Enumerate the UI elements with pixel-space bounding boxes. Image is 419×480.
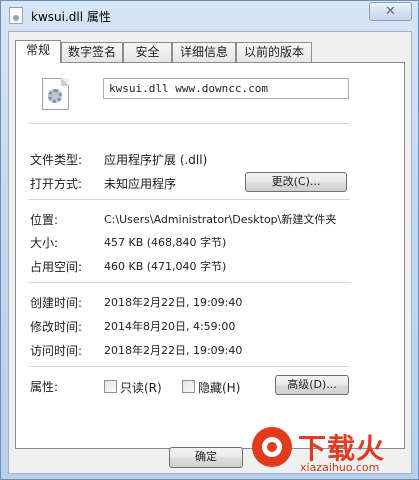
- readonly-checkbox[interactable]: [104, 380, 117, 393]
- watermark-url: xiazaihuo.com: [300, 461, 380, 474]
- file-name-field[interactable]: kwsui.dll www.downcc.com: [103, 78, 349, 99]
- title-bar[interactable]: kwsui.dll 属性 ✕: [1, 1, 418, 31]
- separator: [28, 282, 350, 283]
- opens-with-label: 打开方式:: [30, 177, 83, 191]
- dll-file-icon: [42, 78, 69, 110]
- tab-digital-signatures[interactable]: 数字签名: [61, 42, 123, 62]
- created-label: 创建时间:: [30, 296, 83, 310]
- separator: [28, 123, 350, 124]
- tab-details[interactable]: 详细信息: [172, 42, 236, 62]
- location-label: 位置:: [30, 213, 59, 227]
- size-value: 457 KB (468,840 字节): [104, 236, 227, 249]
- general-tab-panel: kwsui.dll www.downcc.com 文件类型: 应用程序扩展 (.…: [15, 62, 405, 449]
- dialog-body: 常规 数字签名 安全 详细信息 以前的版本 kwsui.dll www.down…: [8, 31, 412, 474]
- window-title: kwsui.dll 属性: [31, 10, 111, 24]
- accessed-value: 2018年2月22日, 19:09:40: [104, 344, 243, 357]
- gear-icon: [48, 89, 62, 103]
- separator: [28, 366, 350, 367]
- modified-value: 2014年8月20日, 4:59:00: [104, 320, 236, 333]
- modified-label: 修改时间:: [30, 320, 83, 334]
- properties-dialog: kwsui.dll 属性 ✕ 常规 数字签名 安全 详细信息 以前的版本 kws…: [0, 0, 419, 480]
- advanced-button[interactable]: 高级(D)...: [275, 375, 349, 395]
- hidden-checkbox[interactable]: [182, 380, 195, 393]
- separator: [28, 199, 350, 200]
- dll-file-icon: [9, 7, 23, 24]
- accessed-label: 访问时间:: [30, 344, 83, 358]
- size-label: 大小:: [30, 236, 59, 250]
- size-on-disk-label: 占用空间:: [30, 260, 83, 274]
- tab-general[interactable]: 常规: [15, 40, 61, 63]
- attributes-label: 属性:: [30, 380, 59, 394]
- location-value: C:\Users\Administrator\Desktop\新建文件夹: [104, 213, 337, 226]
- size-on-disk-value: 460 KB (471,040 字节): [104, 260, 227, 273]
- close-button[interactable]: ✕: [369, 2, 412, 21]
- created-value: 2018年2月22日, 19:09:40: [104, 296, 243, 309]
- ok-button[interactable]: 确定: [169, 447, 243, 468]
- watermark-logo-icon: [252, 427, 292, 467]
- tab-previous-versions[interactable]: 以前的版本: [236, 42, 312, 62]
- watermark: 下载火 xiazaihuo.com: [246, 421, 416, 477]
- readonly-label: 只读(R): [120, 381, 162, 395]
- opens-with-value: 未知应用程序: [104, 177, 177, 191]
- file-type-value: 应用程序扩展 (.dll): [104, 153, 208, 167]
- hidden-label: 隐藏(H): [198, 381, 241, 395]
- change-button[interactable]: 更改(C)...: [245, 172, 347, 192]
- tab-security[interactable]: 安全: [123, 42, 172, 62]
- file-type-label: 文件类型:: [30, 153, 83, 167]
